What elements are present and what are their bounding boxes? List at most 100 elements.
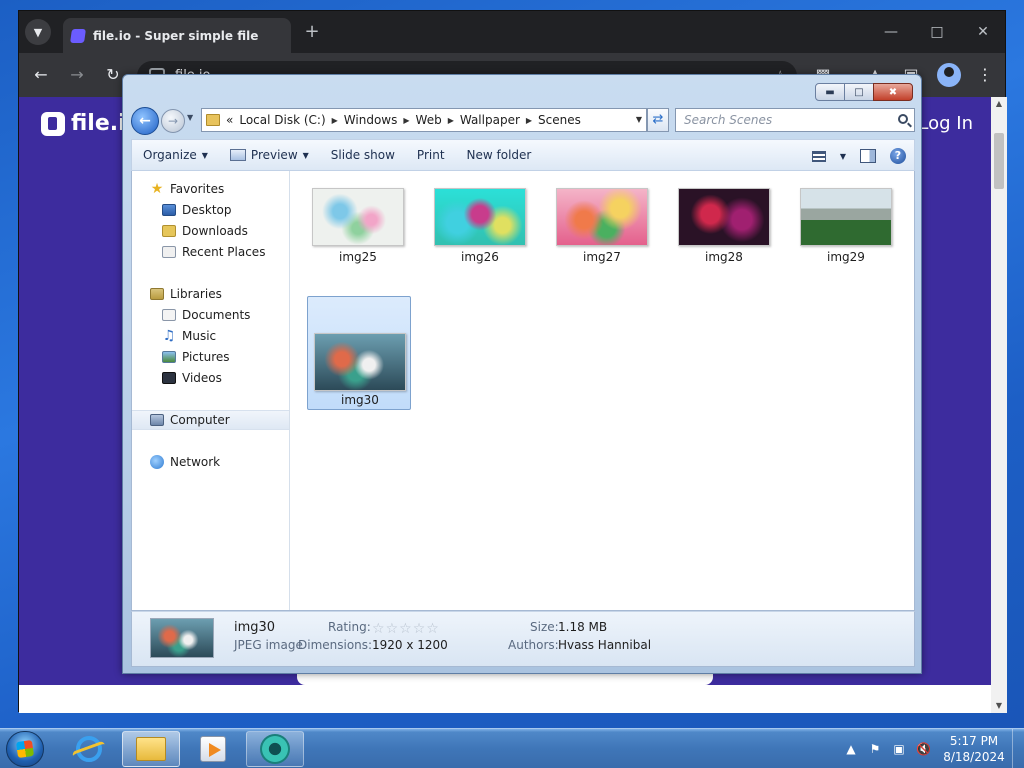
nav-desktop[interactable]: Desktop xyxy=(132,200,289,220)
breadcrumb-local-disk[interactable]: Local Disk (C:) xyxy=(239,113,325,127)
explorer-forward-button[interactable]: → xyxy=(161,109,185,133)
chevron-down-icon: ▼ xyxy=(302,150,309,160)
new-tab-button[interactable]: + xyxy=(301,21,323,43)
star-outline-icon[interactable]: ☆ xyxy=(426,622,439,636)
breadcrumb-windows[interactable]: Windows xyxy=(344,113,398,127)
music-note-icon: ♫ xyxy=(162,328,176,344)
close-button[interactable]: ✕ xyxy=(963,19,1003,45)
profile-avatar[interactable] xyxy=(937,63,961,87)
nav-favorites[interactable]: ★ Favorites xyxy=(132,179,289,199)
address-dropdown-icon[interactable]: ▼ xyxy=(636,115,642,124)
scroll-thumb[interactable] xyxy=(994,133,1004,189)
folder-icon xyxy=(136,737,166,761)
scroll-up-arrow-icon[interactable]: ▲ xyxy=(991,97,1007,111)
system-clock[interactable]: 5:17 PM 8/18/2024 xyxy=(934,733,1014,765)
nav-network[interactable]: Network xyxy=(132,452,289,472)
arrow-left-icon: ← xyxy=(34,65,48,84)
change-view-icon[interactable] xyxy=(811,150,826,162)
organize-button[interactable]: Organize ▼ xyxy=(132,139,219,171)
new-folder-label: New folder xyxy=(466,148,532,162)
help-icon[interactable]: ? xyxy=(890,148,906,164)
authors-value[interactable]: Hvass Hannibal xyxy=(558,638,651,652)
new-folder-button[interactable]: New folder xyxy=(456,139,543,171)
file-item-img26[interactable]: img26 xyxy=(427,183,531,297)
videos-film-icon xyxy=(162,372,176,384)
file-item-img25[interactable]: img25 xyxy=(305,183,409,297)
back-button[interactable]: ← xyxy=(27,61,55,89)
nav-recent-places[interactable]: Recent Places xyxy=(132,242,289,262)
details-pane: img30 JPEG image Rating: ☆ ☆ ☆ ☆ ☆ Dimen… xyxy=(131,611,915,667)
start-button[interactable] xyxy=(6,731,44,767)
scroll-down-arrow-icon[interactable]: ▼ xyxy=(991,699,1007,713)
taskbar-browser[interactable] xyxy=(246,731,304,767)
preview-button[interactable]: Preview ▼ xyxy=(219,139,320,171)
taskbar-internet-explorer[interactable] xyxy=(60,731,118,767)
breadcrumb-overflow[interactable]: « xyxy=(226,113,233,127)
forward-button[interactable]: → xyxy=(63,61,91,89)
close-icon: ✖ xyxy=(888,86,898,98)
tab-search-button[interactable]: ▼ xyxy=(25,19,51,45)
nav-videos[interactable]: Videos xyxy=(132,368,289,388)
nav-computer-label: Computer xyxy=(170,413,230,427)
nav-pictures[interactable]: Pictures xyxy=(132,347,289,367)
nav-libraries[interactable]: Libraries xyxy=(132,284,289,304)
details-file-name: img30 xyxy=(234,620,276,635)
breadcrumb-scenes[interactable]: Scenes xyxy=(538,113,581,127)
star-outline-icon[interactable]: ☆ xyxy=(413,622,426,636)
view-options-dropdown-icon[interactable]: ▼ xyxy=(840,152,846,161)
refresh-button[interactable]: ⇄ xyxy=(647,108,669,132)
star-outline-icon[interactable]: ☆ xyxy=(372,622,385,636)
size-value: 1.18 MB xyxy=(558,620,608,634)
show-hidden-icons-icon[interactable]: ▲ xyxy=(844,742,858,756)
taskbar-windows-explorer[interactable] xyxy=(122,731,180,767)
show-desktop-button[interactable] xyxy=(1012,729,1024,768)
nav-music[interactable]: ♫ Music xyxy=(132,326,289,346)
taskbar-media-player[interactable] xyxy=(184,731,242,767)
preview-pane-icon[interactable] xyxy=(860,149,876,163)
file-item-img28[interactable]: img28 xyxy=(671,183,775,297)
menu-button[interactable]: ⋮ xyxy=(971,61,999,89)
breadcrumb-chevron-icon[interactable]: ▶ xyxy=(448,116,454,125)
nav-downloads[interactable]: Downloads xyxy=(132,221,289,241)
rating-stars[interactable]: ☆ ☆ ☆ ☆ ☆ xyxy=(372,622,439,636)
nav-computer[interactable]: Computer xyxy=(132,410,289,430)
action-center-flag-icon[interactable]: ⚑ xyxy=(868,742,882,756)
star-outline-icon[interactable]: ☆ xyxy=(386,622,399,636)
browser-tab[interactable]: file.io - Super simple file sharing xyxy=(63,18,291,53)
slideshow-button[interactable]: Slide show xyxy=(320,139,406,171)
breadcrumb-chevron-icon[interactable]: ▶ xyxy=(332,116,338,125)
file-name: img28 xyxy=(705,250,743,264)
nav-documents[interactable]: Documents xyxy=(132,305,289,325)
address-breadcrumb[interactable]: « Local Disk (C:) ▶ Windows ▶ Web ▶ Wall… xyxy=(201,108,647,132)
login-link[interactable]: Log In xyxy=(918,113,973,134)
volume-muted-icon[interactable]: 🔇 xyxy=(916,742,931,756)
file-item-img29[interactable]: img29 xyxy=(793,183,897,297)
image-thumbnail xyxy=(556,188,648,246)
dimensions-label: Dimensions: xyxy=(298,638,373,652)
breadcrumb-web[interactable]: Web xyxy=(416,113,442,127)
breadcrumb-chevron-icon[interactable]: ▶ xyxy=(526,116,532,125)
print-label: Print xyxy=(416,148,445,162)
maximize-button[interactable]: □ xyxy=(917,19,957,45)
explorer-minimize-button[interactable]: ▬ xyxy=(815,83,845,101)
print-button[interactable]: Print xyxy=(406,139,456,171)
nav-recent-label: Recent Places xyxy=(182,245,266,259)
explorer-close-button[interactable]: ✖ xyxy=(873,83,913,101)
recent-pages-dropdown-icon[interactable]: ▼ xyxy=(187,113,193,122)
minimize-icon: ▬ xyxy=(825,86,835,98)
explorer-back-button[interactable]: ← xyxy=(131,107,159,135)
file-item-img30[interactable]: img30 xyxy=(307,296,411,410)
explorer-maximize-button[interactable]: □ xyxy=(844,83,874,101)
breadcrumb-chevron-icon[interactable]: ▶ xyxy=(403,116,409,125)
search-input[interactable]: Search Scenes xyxy=(675,108,915,132)
star-outline-icon[interactable]: ☆ xyxy=(399,622,412,636)
page-scrollbar[interactable]: ▲ ▼ xyxy=(991,97,1007,713)
minimize-button[interactable]: — xyxy=(871,19,911,45)
details-file-type: JPEG image xyxy=(234,638,303,652)
recent-places-icon xyxy=(162,246,176,258)
network-icon[interactable]: ▣ xyxy=(892,742,906,756)
view-controls: ▼ ? xyxy=(811,140,906,172)
navigation-row: ← → ▼ « Local Disk (C:) ▶ Windows ▶ Web … xyxy=(131,107,915,135)
breadcrumb-wallpaper[interactable]: Wallpaper xyxy=(460,113,520,127)
file-item-img27[interactable]: img27 xyxy=(549,183,653,297)
